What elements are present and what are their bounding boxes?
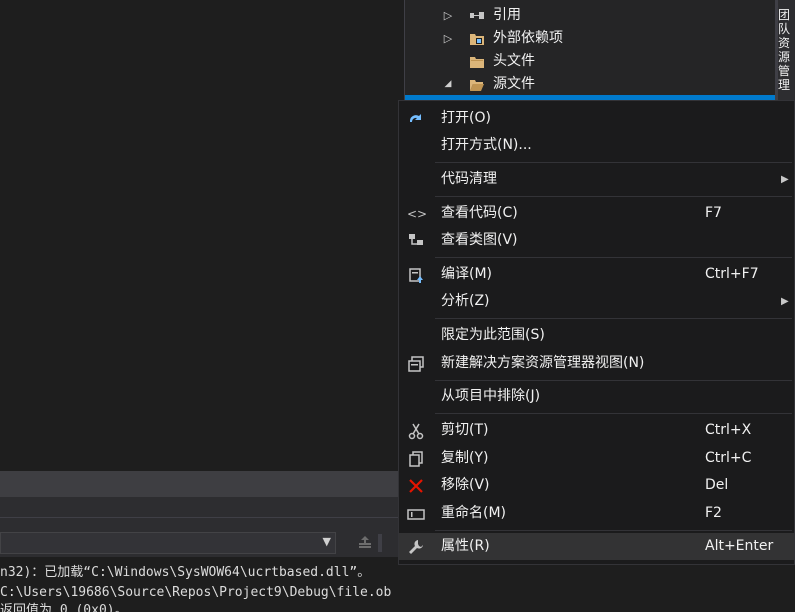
context-menu: 打开(O) 打开方式(N)... 代码清理 ▶ <> 查看代码(C) F7 查看…: [398, 100, 795, 565]
menu-item-label: 从项目中排除(J): [441, 388, 541, 404]
folder-open-icon: [470, 80, 484, 91]
code-brackets-icon: <>: [407, 207, 428, 221]
submenu-arrow-icon: ▶: [781, 174, 789, 185]
menu-item-label: 重命名(M): [441, 505, 507, 521]
expand-arrow-icon[interactable]: ▷: [441, 4, 455, 27]
menu-separator: [435, 257, 792, 258]
menu-item-properties[interactable]: 属性(R) Alt+Enter: [399, 533, 794, 560]
menu-separator: [435, 318, 792, 319]
menu-item-label: 复制(Y): [441, 450, 489, 466]
menu-item-label: 代码清理: [441, 171, 497, 187]
menu-item-code-cleanup[interactable]: 代码清理 ▶: [399, 166, 794, 193]
menu-item-copy[interactable]: 复制(Y) Ctrl+C: [399, 445, 794, 472]
submenu-arrow-icon: ▶: [781, 296, 789, 307]
tree-item-references[interactable]: ▷ 引用: [405, 4, 776, 27]
wrench-icon: [409, 540, 423, 554]
menu-item-scope-to-this[interactable]: 限定为此范围(S): [399, 322, 794, 349]
compile-icon: [409, 268, 423, 283]
tree-item-label: 外部依赖项: [493, 30, 563, 46]
menu-item-open-with[interactable]: 打开方式(N)...: [399, 132, 794, 159]
menu-item-label: 打开(O): [441, 110, 491, 126]
menu-item-cut[interactable]: 剪切(T) Ctrl+X: [399, 417, 794, 444]
tree-item-label: 引用: [493, 7, 521, 23]
menu-item-shortcut: Ctrl+F7: [705, 266, 759, 282]
folder-icon: [470, 57, 484, 68]
menu-item-shortcut: Ctrl+C: [705, 450, 752, 466]
collapse-arrow-icon[interactable]: ◢: [441, 73, 455, 96]
horizontal-scrollbar[interactable]: [0, 471, 398, 497]
menu-item-compile[interactable]: 编译(M) Ctrl+F7: [399, 261, 794, 288]
new-view-icon: [408, 356, 424, 372]
menu-item-new-explorer-view[interactable]: 新建解决方案资源管理器视图(N): [399, 350, 794, 377]
menu-item-shortcut: F7: [705, 205, 722, 221]
menu-item-label: 剪切(T): [441, 422, 489, 438]
references-icon: [470, 12, 484, 19]
tree-item-external-deps[interactable]: ▷ 外部依赖项: [405, 27, 776, 50]
menu-item-open[interactable]: 打开(O): [399, 105, 794, 132]
team-explorer-tab[interactable]: 团队资源管理: [778, 8, 792, 92]
tree-item-source-files[interactable]: ◢ 源文件: [405, 73, 776, 96]
menu-separator: [435, 413, 792, 414]
tree-item-label: 头文件: [493, 53, 535, 69]
menu-item-label: 查看代码(C): [441, 205, 518, 221]
toolbar-separator: [378, 534, 382, 552]
scissors-icon: [408, 423, 424, 440]
menu-item-shortcut: F2: [705, 505, 722, 521]
divider: [0, 517, 398, 518]
menu-item-exclude-from-project[interactable]: 从项目中排除(J): [399, 383, 794, 410]
menu-item-label: 限定为此范围(S): [441, 327, 545, 343]
class-diagram-icon: [409, 234, 423, 245]
remove-x-icon: [409, 479, 423, 493]
menu-item-shortcut: Del: [705, 477, 729, 493]
output-source-dropdown[interactable]: ▼: [0, 532, 336, 554]
menu-separator: [435, 162, 792, 163]
output-line: n32)：已加载“C:\Windows\SysWOW64\ucrtbased.d…: [0, 565, 371, 580]
menu-item-analyze[interactable]: 分析(Z) ▶: [399, 288, 794, 315]
external-deps-folder-icon: [470, 34, 484, 45]
chevron-down-icon: ▼: [322, 535, 331, 548]
copy-icon: [409, 451, 423, 467]
menu-item-label: 编译(M): [441, 266, 493, 282]
output-line: C:\Users\19686\Source\Repos\Project9\Deb…: [0, 585, 392, 600]
menu-item-label: 分析(Z): [441, 293, 490, 309]
expand-arrow-icon[interactable]: ▷: [441, 27, 455, 50]
output-line: 返回值为 0 (0x0)。: [0, 603, 128, 612]
menu-item-shortcut: Ctrl+X: [705, 422, 752, 438]
find-message-icon[interactable]: [355, 534, 375, 552]
menu-separator: [435, 530, 792, 531]
menu-item-label: 属性(R): [441, 538, 490, 554]
code-editor[interactable]: [0, 0, 404, 471]
menu-separator: [435, 380, 792, 381]
menu-item-remove[interactable]: 移除(V) Del: [399, 472, 794, 499]
menu-item-view-code[interactable]: <> 查看代码(C) F7: [399, 200, 794, 227]
tree-item-header-files[interactable]: 头文件: [405, 50, 776, 73]
tree-item-label: 源文件: [493, 76, 535, 92]
menu-item-label: 移除(V): [441, 477, 490, 493]
menu-separator: [435, 196, 792, 197]
menu-item-shortcut: Alt+Enter: [705, 538, 774, 554]
open-arrow-icon: [409, 114, 421, 122]
menu-item-rename[interactable]: 重命名(M) F2: [399, 500, 794, 527]
solution-explorer: ▷ 引用 ▷ 外部依赖项 头文件 ◢ 源文件: [404, 0, 776, 100]
menu-item-view-class-diagram[interactable]: 查看类图(V): [399, 227, 794, 254]
output-log[interactable]: n32)：已加载“C:\Windows\SysWOW64\ucrtbased.d…: [0, 557, 398, 612]
rename-icon: [407, 509, 425, 520]
menu-item-label: 查看类图(V): [441, 232, 518, 248]
menu-item-label: 新建解决方案资源管理器视图(N): [441, 355, 645, 371]
menu-item-label: 打开方式(N)...: [441, 137, 532, 153]
